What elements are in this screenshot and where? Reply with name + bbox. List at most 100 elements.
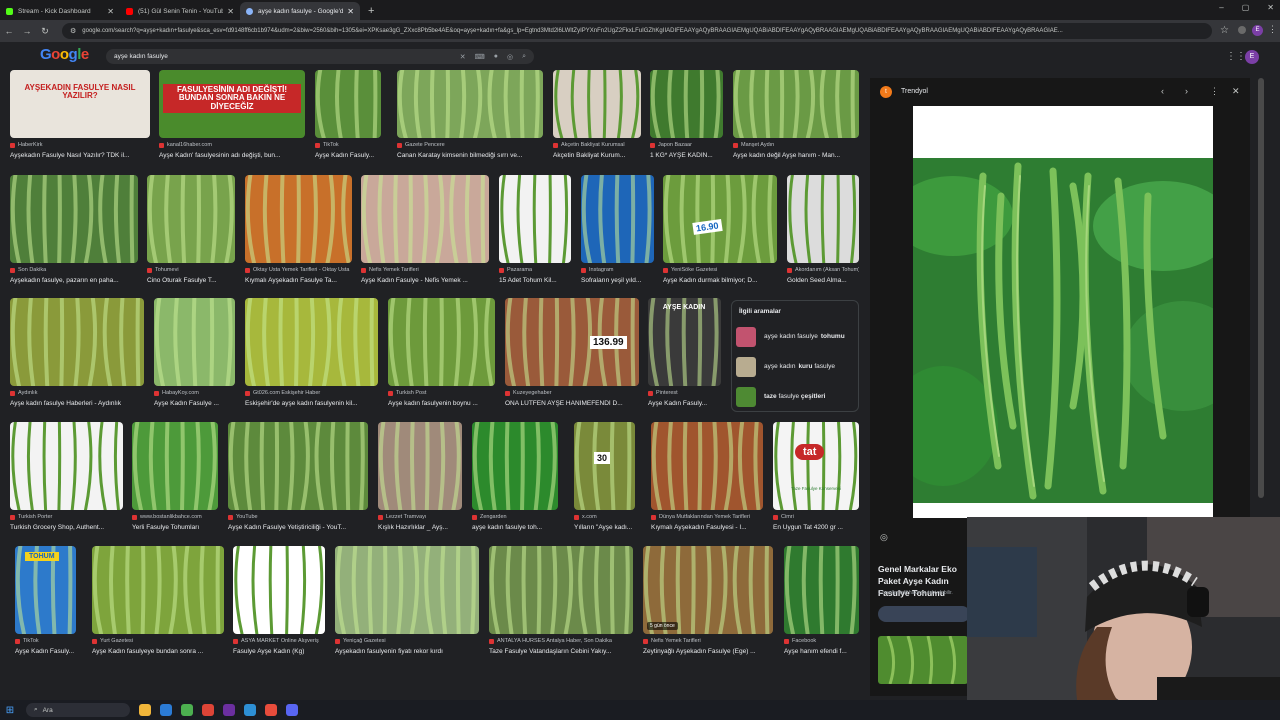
edge-icon[interactable] [160, 704, 172, 716]
result-title[interactable]: Ayşekadın Fasulye Nasıl Yazılır? TDK il.… [10, 152, 150, 159]
result-source[interactable]: Dünya Mutfaklarından Yemek Tarifleri [651, 514, 763, 520]
result-thumbnail[interactable]: 5 gün önce [643, 546, 773, 634]
result-source[interactable]: kanal16haber.com [159, 142, 305, 148]
result-title[interactable]: Kıymalı Ayşekadın Fasulye Ta... [245, 277, 352, 284]
result-title[interactable]: Ayşe Kadın Fasulye ... [154, 400, 235, 407]
result-source[interactable]: Turkish Porter [10, 514, 123, 520]
search-box[interactable]: ayşe kadın fasulye ✕ ⌨ ● ◎ ⌕ [106, 49, 534, 64]
result-source[interactable]: ANTALYA HÜRSES Antalya Haber, Son Dakika [489, 638, 633, 644]
result-source[interactable]: Lezzet Tramvayı [378, 514, 462, 520]
close-tab-icon[interactable]: ✕ [107, 7, 114, 16]
image-result[interactable]: 5 gün önce Nefis Yemek Tarifleri Zeytinyağ… [643, 546, 773, 664]
result-source[interactable]: Gt026.com Eskişehir Haber [245, 390, 378, 396]
result-title[interactable]: Yılların "Ayşe kadı... [574, 524, 635, 531]
result-thumbnail[interactable] [397, 70, 543, 138]
result-title[interactable]: Ayşe Kadın durmak bilmiyor; D... [663, 277, 777, 284]
result-title[interactable]: Ayşe Kadın Fasulye Yetiştiriciliği - You… [228, 524, 368, 531]
back-icon[interactable]: ← [0, 26, 18, 36]
result-thumbnail[interactable] [228, 422, 368, 510]
image-result[interactable]: tat Taze Fasulye Konservesi Cimri En Uygun … [773, 422, 859, 540]
result-thumbnail[interactable]: 16.90 [663, 175, 777, 263]
result-source[interactable]: www.bostanlikbahce.com [132, 514, 218, 520]
result-title[interactable]: Akçetin Bakliyat Kurum... [553, 152, 641, 159]
result-title[interactable]: Ayşe Kadın Fasuly... [315, 152, 381, 159]
result-title[interactable]: Eskişehir'de ayşe kadın fasulyenin kil..… [245, 400, 378, 407]
clear-icon[interactable]: ✕ [460, 53, 466, 61]
result-title[interactable]: En Uygun Tat 4200 gr ... [773, 524, 859, 531]
result-title[interactable]: Ayşe kadın fasulyenin boynu ... [388, 400, 495, 407]
result-title[interactable]: Cino Oturak Fasulye T... [147, 277, 235, 284]
result-title[interactable]: Ayşekadın fasulye, pazarın en paha... [10, 277, 138, 284]
result-title[interactable]: Sofraların yeşil yıld... [581, 277, 654, 284]
result-source[interactable]: HaberKirk [10, 142, 150, 148]
new-tab-button[interactable]: + [360, 2, 382, 20]
scrollbar[interactable] [1258, 78, 1264, 498]
result-thumbnail[interactable] [388, 298, 495, 386]
close-preview-icon[interactable]: ✕ [1232, 86, 1240, 97]
visit-button[interactable] [878, 606, 970, 622]
google-logo[interactable]: Google [40, 46, 89, 63]
close-window-button[interactable]: ✕ [1267, 3, 1274, 12]
result-title[interactable]: Ayşe hanım efendi f... [784, 648, 859, 655]
next-icon[interactable]: › [1185, 86, 1188, 96]
result-thumbnail[interactable] [650, 70, 723, 138]
image-result[interactable]: AYŞE KADIN Pinterest Ayşe Kadın Fasuly... [648, 298, 721, 416]
more-options-icon[interactable]: ⋮ [1210, 86, 1219, 97]
result-source[interactable]: Cimri [773, 514, 859, 520]
image-result[interactable]: 16.90 YeniSöke Gazetesi Ayşe Kadın durmak … [663, 175, 777, 293]
image-result[interactable]: YouTube Ayşe Kadın Fasulye Yetiştiriciliğ… [228, 422, 368, 540]
result-thumbnail[interactable] [245, 298, 378, 386]
extension-icon[interactable] [1238, 26, 1246, 34]
tab-youtube[interactable]: (51) Gül Senin Tenin - YouTube ✕ [120, 2, 240, 20]
result-thumbnail[interactable] [315, 70, 381, 138]
result-title[interactable]: Golden Seed Alma... [787, 277, 859, 284]
result-source[interactable]: Yurt Gazetesi [92, 638, 224, 644]
close-tab-icon[interactable]: ✕ [347, 7, 354, 16]
lens-search-icon[interactable]: ◎ [880, 532, 888, 543]
result-source[interactable]: Instagram [581, 267, 654, 273]
image-result[interactable]: TikTok Ayşe Kadın Fasuly... [315, 70, 381, 168]
image-result[interactable]: Facebook Ayşe hanım efendi f... [784, 546, 859, 664]
windows-start-icon[interactable]: ⊞ [0, 705, 20, 716]
obs-icon[interactable] [223, 704, 235, 716]
result-title[interactable]: Ayşe Kadın' fasulyesinin adı değişti, bu… [159, 152, 305, 159]
steam-icon[interactable] [244, 704, 256, 716]
minimize-button[interactable]: – [1219, 3, 1223, 12]
result-source[interactable]: Nefis Yemek Tarifleri [361, 267, 489, 273]
result-source[interactable]: HabayKoy.com [154, 390, 235, 396]
result-source[interactable]: x.com [574, 514, 635, 520]
spotify-icon[interactable] [181, 704, 193, 716]
profile-avatar[interactable]: E [1252, 25, 1263, 36]
search-icon[interactable]: ⌕ [522, 53, 526, 61]
image-result[interactable]: Manşet Aydın Ayşe kadın değil Ayşe hanım … [733, 70, 859, 168]
related-item-kuru[interactable]: ayşe kadın kuru fasulye [736, 353, 856, 380]
result-title[interactable]: Kışlık Hazırlıklar _ Ayş... [378, 524, 462, 531]
keyboard-icon[interactable]: ⌨ [475, 53, 485, 61]
result-title[interactable]: Turkish Grocery Shop, Authent... [10, 524, 123, 531]
result-source[interactable]: Kuzeyegehaber [505, 390, 639, 396]
image-result[interactable]: Gt026.com Eskişehir Haber Eskişehir'de ay… [245, 298, 378, 416]
search-input[interactable]: ayşe kadın fasulye [114, 53, 451, 60]
image-result[interactable]: FASULYESİNİN ADI DEĞİŞTİ! BUNDAN SONRA B… [159, 70, 305, 168]
close-tab-icon[interactable]: ✕ [227, 7, 234, 16]
image-result[interactable]: ASYA MARKET Online Alışveriş Fasulye Ayşe… [233, 546, 325, 664]
result-source[interactable]: Pazarama [499, 267, 571, 273]
image-result[interactable]: Oktay Usta Yemek Tarifleri - Oktay Usta K… [245, 175, 352, 293]
result-source[interactable]: Son Dakika [10, 267, 138, 273]
image-result[interactable]: 136.99 Kuzeyegehaber ONA LÜTFEN AYŞE HANIM… [505, 298, 639, 416]
bookmark-star-icon[interactable]: ☆ [1220, 25, 1229, 36]
image-result[interactable]: 30 x.com Yılların "Ayşe kadı... [574, 422, 635, 540]
result-title[interactable]: Ayşekadın fasulyenin fiyatı rekor kırdı [335, 648, 479, 655]
result-thumbnail[interactable] [233, 546, 325, 634]
discord-icon[interactable] [286, 704, 298, 716]
result-source[interactable]: YouTube [228, 514, 368, 520]
result-thumbnail[interactable]: TOHUM [15, 546, 76, 634]
result-title[interactable]: Taze Fasulye Vatandaşların Cebini Yakıy.… [489, 648, 633, 655]
image-result[interactable]: TOHUM TikTok Ayşe Kadın Fasuly... [15, 546, 76, 664]
result-thumbnail[interactable] [499, 175, 571, 263]
result-source[interactable]: TikTok [15, 638, 76, 644]
result-title[interactable]: Ayşe Kadın Fasuly... [648, 400, 721, 407]
image-result[interactable]: AYŞEKADIN FASULYE NASIL YAZILIR? HaberKir… [10, 70, 150, 168]
microphone-icon[interactable]: ● [494, 53, 498, 60]
result-source[interactable]: Aydınlık [10, 390, 144, 396]
